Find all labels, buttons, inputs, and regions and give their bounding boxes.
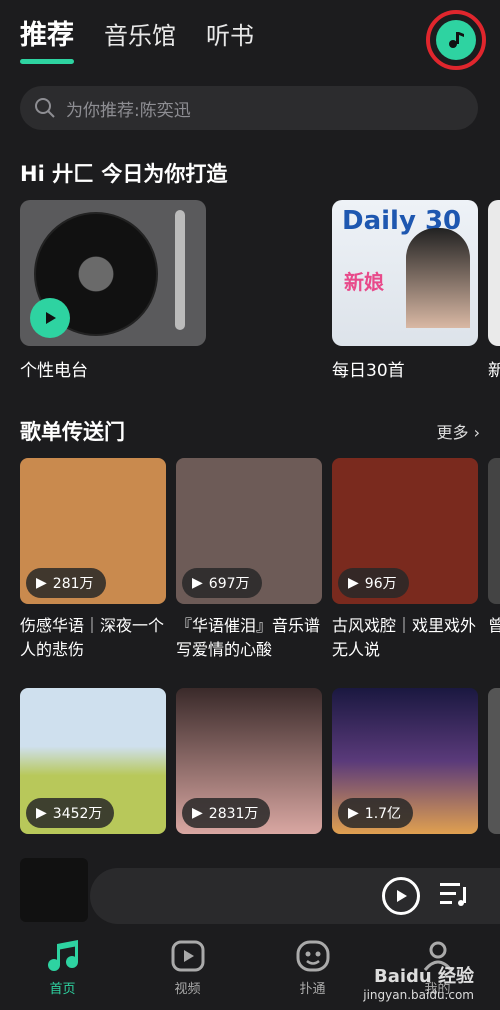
play-icon: ▶ bbox=[192, 805, 203, 821]
chevron-right-icon: › bbox=[473, 423, 480, 442]
next-feature-card[interactable] bbox=[488, 200, 500, 346]
playlist-title: 古风戏腔｜戏里戏外无人说 bbox=[332, 616, 477, 659]
nav-putong[interactable]: 扑通 bbox=[263, 930, 363, 1010]
video-play-icon bbox=[171, 940, 204, 972]
playlist-cover: ▶ 96万 bbox=[332, 458, 478, 604]
mini-player-cover bbox=[20, 858, 88, 922]
nav-home[interactable]: 首页 bbox=[13, 930, 113, 1010]
playlist-cover: ▶ 1.7亿 bbox=[332, 688, 478, 834]
play-count-badge: ▶ 96万 bbox=[338, 568, 409, 598]
tab-audiobooks[interactable]: 听书 bbox=[206, 16, 254, 56]
face-icon bbox=[296, 940, 329, 972]
playlist-card[interactable]: 曾尘 bbox=[488, 458, 500, 638]
playlist-cover: ▶ 281万 bbox=[20, 458, 166, 604]
playlist-card[interactable] bbox=[488, 688, 500, 834]
cover-image bbox=[406, 228, 470, 328]
playlist-card[interactable]: ▶ 96万 古风戏腔｜戏里戏外无人说 bbox=[332, 458, 478, 662]
play-count-badge: ▶ 697万 bbox=[182, 568, 262, 598]
top-tabs: 推荐 音乐馆 听书 bbox=[20, 16, 254, 64]
now-playing-button[interactable] bbox=[426, 10, 486, 70]
radio-card[interactable] bbox=[20, 200, 322, 346]
playlist-card[interactable]: ▶ 1.7亿 bbox=[332, 688, 478, 834]
tonearm-icon bbox=[175, 210, 185, 330]
playlist-card[interactable]: ▶ 281万 伤感华语｜深夜一个人的悲伤 bbox=[20, 458, 166, 662]
play-icon: ▶ bbox=[36, 805, 47, 821]
greeting-heading: Hi 廾匚 今日为你打造 bbox=[20, 162, 228, 186]
next-feature-label: 新 bbox=[488, 361, 500, 381]
playlist-queue-icon bbox=[440, 883, 466, 906]
mini-player[interactable] bbox=[20, 858, 500, 924]
playlist-title: 曾尘 bbox=[488, 616, 500, 635]
play-icon: ▶ bbox=[348, 575, 359, 591]
play-icon: ▶ bbox=[348, 805, 359, 821]
playlist-cover: ▶ 697万 bbox=[176, 458, 322, 604]
playlist-card[interactable]: ▶ 2831万 bbox=[176, 688, 322, 834]
play-count-badge: ▶ 1.7亿 bbox=[338, 798, 414, 828]
playlist-cover: ▶ 3452万 bbox=[20, 688, 166, 834]
playlist-cover bbox=[488, 458, 500, 604]
feature-row: 个性电台 Daily 30 新娘 每日30首 新 bbox=[20, 200, 500, 390]
playlist-cover: ▶ 2831万 bbox=[176, 688, 322, 834]
daily-30-label: 每日30首 bbox=[332, 361, 405, 381]
playlist-title: 伤感华语｜深夜一个人的悲伤 bbox=[20, 616, 165, 659]
daily-30-subtitle: 新娘 bbox=[344, 270, 384, 294]
daily-30-card[interactable]: Daily 30 新娘 bbox=[332, 200, 478, 346]
search-icon bbox=[35, 98, 55, 118]
baidu-watermark: Baidu 经验 jingyan.baidu.com bbox=[363, 966, 474, 1002]
search-placeholder: 为你推荐:陈奕迅 bbox=[66, 100, 191, 121]
search-bar[interactable]: 为你推荐:陈奕迅 bbox=[20, 86, 478, 130]
radio-card-cover bbox=[20, 200, 206, 346]
section-title: 歌单传送门 bbox=[20, 420, 125, 444]
play-icon bbox=[397, 890, 407, 902]
play-count-badge: ▶ 281万 bbox=[26, 568, 106, 598]
music-note-icon bbox=[47, 940, 78, 971]
playlist-section-header: 歌单传送门 更多 › bbox=[20, 416, 480, 446]
music-note-icon bbox=[436, 20, 476, 60]
radio-card-label: 个性电台 bbox=[20, 361, 88, 381]
playlist-queue-button[interactable] bbox=[440, 881, 470, 911]
tab-music-hall[interactable]: 音乐馆 bbox=[104, 16, 176, 56]
tab-recommend[interactable]: 推荐 bbox=[20, 16, 74, 64]
nav-label: 扑通 bbox=[299, 982, 326, 997]
playlist-title: 『华语催泪』音乐谱写爱情的心酸 bbox=[176, 616, 321, 659]
play-icon: ▶ bbox=[36, 575, 47, 591]
play-count-badge: ▶ 2831万 bbox=[182, 798, 271, 828]
play-button[interactable] bbox=[382, 877, 420, 915]
nav-label: 视频 bbox=[174, 982, 201, 997]
playlist-card[interactable]: ▶ 697万 『华语催泪』音乐谱写爱情的心酸 bbox=[176, 458, 322, 662]
play-icon[interactable] bbox=[30, 298, 70, 338]
nav-label: 首页 bbox=[49, 982, 76, 997]
more-link[interactable]: 更多 › bbox=[436, 419, 480, 443]
play-icon: ▶ bbox=[192, 575, 203, 591]
play-count-badge: ▶ 3452万 bbox=[26, 798, 115, 828]
playlist-cover bbox=[488, 688, 500, 834]
playlist-card[interactable]: ▶ 3452万 bbox=[20, 688, 166, 834]
nav-video[interactable]: 视频 bbox=[138, 930, 238, 1010]
